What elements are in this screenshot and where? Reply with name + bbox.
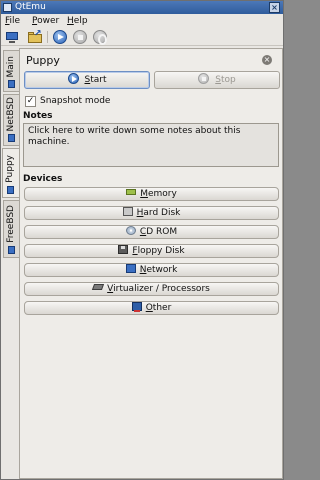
tab-netbsd[interactable]: NetBSD: [3, 94, 19, 146]
new-machine-icon[interactable]: [5, 30, 19, 44]
virtualizer-processors-button[interactable]: Virtualizer / Processors: [24, 282, 279, 296]
snapshot-mode-label[interactable]: Snapshot mode: [40, 96, 110, 106]
devices-label: Devices: [23, 174, 63, 184]
stop-icon: [198, 73, 210, 84]
processor-icon: [92, 284, 105, 290]
machine-icon: [7, 186, 14, 194]
tab-main[interactable]: Main: [3, 50, 19, 92]
memory-icon: [126, 189, 137, 195]
stop-button[interactable]: Stop: [154, 71, 280, 89]
menu-power[interactable]: Power: [32, 14, 59, 28]
network-button[interactable]: Network: [24, 263, 279, 277]
restart-icon[interactable]: [93, 30, 107, 45]
tab-puppy[interactable]: Puppy: [2, 148, 20, 198]
hard-disk-button[interactable]: Hard Disk: [24, 206, 279, 220]
menu-bar: File Power Help: [1, 14, 283, 28]
stop-icon[interactable]: [73, 30, 87, 44]
tab-main-label: Main: [6, 55, 16, 78]
menu-file[interactable]: File: [5, 14, 20, 28]
network-icon: [125, 264, 136, 273]
window-close-icon[interactable]: ×: [269, 2, 280, 13]
machine-panel: Puppy × Start Stop ✓ Snapshot mode Notes…: [19, 48, 283, 479]
toolbar-separator: [47, 31, 48, 43]
tab-netbsd-label: NetBSD: [6, 96, 16, 131]
snapshot-mode-checkbox[interactable]: ✓: [25, 96, 36, 107]
title-bar[interactable]: QtEmu ×: [1, 1, 283, 14]
cd-rom-button[interactable]: CD ROM: [24, 225, 279, 239]
floppy-disk-button[interactable]: Floppy Disk: [24, 244, 279, 258]
window-title: QtEmu: [15, 2, 46, 12]
notes-field[interactable]: Click here to write down some notes abou…: [23, 123, 279, 167]
menu-help[interactable]: Help: [67, 14, 88, 28]
close-tab-icon[interactable]: ×: [262, 55, 272, 65]
tab-puppy-label: Puppy: [5, 155, 15, 183]
app-window: QtEmu × File Power Help ↗ Main NetBSD Pu…: [0, 0, 284, 480]
floppy-disk-icon: [118, 245, 129, 254]
start-button[interactable]: Start: [24, 71, 150, 89]
open-machine-icon[interactable]: ↗: [28, 30, 42, 44]
app-icon[interactable]: [3, 3, 12, 12]
cd-rom-icon: [125, 226, 136, 235]
machine-title: Puppy: [26, 54, 60, 67]
memory-button[interactable]: Memory: [24, 187, 279, 201]
machine-icon: [8, 246, 15, 254]
machine-tabs: Main NetBSD Puppy FreeBSD: [2, 50, 20, 270]
other-icon: [131, 302, 142, 312]
hard-disk-icon: [122, 207, 133, 216]
play-icon: [67, 73, 79, 84]
notes-label: Notes: [23, 111, 53, 121]
tab-freebsd[interactable]: FreeBSD: [3, 200, 19, 258]
toolbar: ↗: [1, 28, 283, 46]
other-button[interactable]: Other: [24, 301, 279, 315]
machine-icon: [8, 134, 15, 142]
tab-freebsd-label: FreeBSD: [6, 205, 16, 243]
machine-icon: [8, 80, 15, 88]
start-icon[interactable]: [53, 30, 67, 44]
